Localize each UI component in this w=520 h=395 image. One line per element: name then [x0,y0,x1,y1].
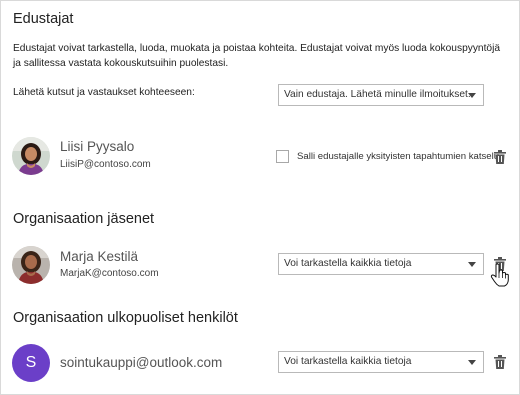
external-person-email: sointukauppi@outlook.com [60,355,223,370]
chevron-down-icon [468,360,476,365]
org-members-heading: Organisaation jäsenet [13,211,155,227]
delegate-email: LiisiP@contoso.com [60,159,151,170]
send-invitations-select[interactable]: Vain edustaja. Lähetä minulle ilmoitukse… [278,84,484,106]
avatar: S [12,344,50,382]
avatar [12,137,50,175]
delegate-name: Liisi Pyysalo [60,139,135,154]
member-permission-select[interactable]: Voi tarkastella kaikkia tietoja [278,253,484,275]
external-permission-value: Voi tarkastella kaikkia tietoja [284,356,412,367]
external-permission-select[interactable]: Voi tarkastella kaikkia tietoja [278,351,484,373]
avatar [12,246,50,284]
send-invitations-value: Vain edustaja. Lähetä minulle ilmoitukse… [284,89,471,100]
external-people-heading: Organisaation ulkopuoliset henkilöt [13,310,238,326]
trash-icon[interactable] [494,150,506,164]
delegates-heading: Edustajat [13,11,74,27]
member-name: Marja Kestilä [60,249,139,264]
allow-private-events-checkbox[interactable] [276,150,289,163]
member-permission-value: Voi tarkastella kaikkia tietoja [284,258,412,269]
send-invitations-label: Lähetä kutsut ja vastaukset kohteeseen: [13,87,195,98]
allow-private-events-label: Salli edustajalle yksityisten tapahtumie… [297,151,500,162]
chevron-down-icon [468,93,476,98]
sharing-permissions-panel: Edustajat Edustajat voivat tarkastella, … [0,0,520,395]
trash-icon[interactable] [494,355,506,369]
hand-pointer-icon [490,263,509,287]
member-email: MarjaK@contoso.com [60,268,159,279]
delegates-description: Edustajat voivat tarkastella, luoda, muo… [13,43,501,69]
chevron-down-icon [468,262,476,267]
